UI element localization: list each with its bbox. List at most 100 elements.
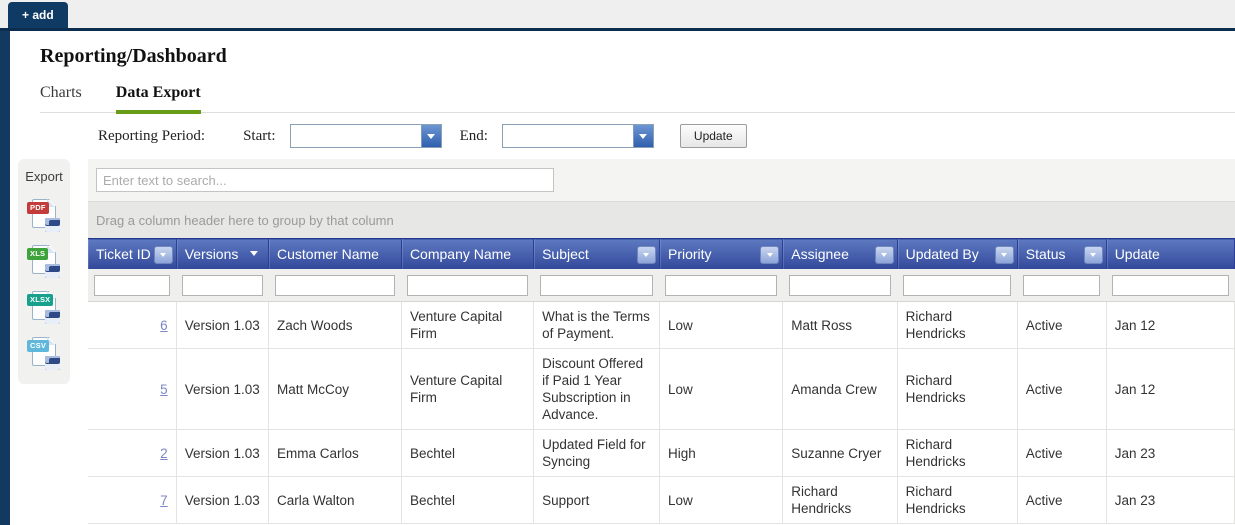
table-row: 6Version 1.03Zach WoodsVenture Capital F… [88,302,1235,349]
column-header-subject[interactable]: Subject [534,239,660,270]
cell-subject: What is the Terms of Payment. [534,302,660,349]
cell-ticket_id: 7 [88,477,176,524]
filter-input-subject[interactable] [540,275,654,296]
filter-cell-version [176,269,268,302]
cell-priority: High [659,430,782,477]
start-date-select[interactable] [290,124,442,148]
filter-icon[interactable] [637,246,656,264]
filter-input-customer[interactable] [275,275,396,296]
dropdown-arrow-icon[interactable] [250,251,258,256]
cell-updated: Jan 23 [1106,430,1234,477]
cell-updated: Jan 23 [1106,477,1234,524]
end-date-value [503,125,633,147]
grid-search-row [88,159,1235,201]
chevron-down-icon[interactable] [421,125,441,147]
filter-icon[interactable] [1084,246,1103,264]
cell-company: Venture Capital Firm [401,349,533,430]
column-header-version[interactable]: Versions [176,239,268,270]
save-floppy-icon [45,264,60,278]
filter-cell-ticket_id [88,269,176,302]
export-label: Export [25,169,63,184]
ticket-id-link[interactable]: 7 [160,493,168,508]
column-header-label: Company Name [410,246,511,262]
cell-customer: Matt McCoy [269,349,402,430]
group-by-drop-zone[interactable]: Drag a column header here to group by th… [88,201,1235,238]
cell-updated_by: Richard Hendricks [897,349,1017,430]
cell-updated_by: Richard Hendricks [897,430,1017,477]
column-header-updated[interactable]: Update [1106,239,1234,270]
cell-company: Bechtel [401,477,533,524]
cell-customer: Zach Woods [269,302,402,349]
chevron-down-icon[interactable] [633,125,653,147]
filter-cell-priority [659,269,782,302]
update-button[interactable]: Update [680,124,747,148]
export-xlsx-button[interactable]: XLSX [27,290,61,324]
tickets-table: Ticket ID Versions Customer Name Company Na… [88,238,1235,524]
export-csv-button[interactable]: CSV [27,336,61,370]
cell-status: Active [1017,477,1106,524]
column-header-label: Status [1026,246,1066,262]
column-header-company[interactable]: Company Name [401,239,533,270]
filter-input-priority[interactable] [665,275,776,296]
filter-input-updated[interactable] [1112,275,1228,296]
chevron-down-icon [427,134,435,139]
reporting-period-row: Reporting Period: Start: End: Update [98,123,1235,149]
chevron-down-icon [1090,253,1096,257]
page-header: Reporting/Dashboard Charts Data Export [10,31,1235,113]
page: Reporting/Dashboard Charts Data Export R… [0,31,1235,525]
cell-priority: Low [659,302,782,349]
filter-input-status[interactable] [1023,275,1100,296]
cell-updated_by: Richard Hendricks [897,302,1017,349]
filter-icon[interactable] [995,246,1014,264]
column-header-label: Update [1115,246,1160,262]
chevron-down-icon [1001,253,1007,257]
format-badge: CSV [27,340,49,352]
column-header-label: Versions [185,246,239,262]
ticket-id-link[interactable]: 6 [160,318,168,333]
export-pdf-button[interactable]: PDF [27,198,61,232]
column-header-priority[interactable]: Priority [659,239,782,270]
filter-row [88,269,1235,302]
export-xls-button[interactable]: XLS [27,244,61,278]
filter-icon[interactable] [875,246,894,264]
end-date-select[interactable] [502,124,654,148]
filter-input-company[interactable] [407,275,527,296]
filter-input-version[interactable] [182,275,262,296]
chevron-down-icon [767,253,773,257]
filter-cell-updated_by [897,269,1017,302]
cell-assignee: Richard Hendricks [783,477,897,524]
cell-assignee: Matt Ross [783,302,897,349]
filter-icon[interactable] [760,246,779,264]
header-row: Ticket ID Versions Customer Name Company Na… [88,239,1235,270]
ticket-id-link[interactable]: 5 [160,382,168,397]
filter-cell-status [1017,269,1106,302]
table-row: 5Version 1.03Matt McCoyVenture Capital F… [88,349,1235,430]
main-area: Export PDF XLS XLSX CSV Drag a column heade… [10,159,1235,524]
tab-strip: Charts Data Export [40,84,1235,113]
save-floppy-icon [45,310,60,324]
cell-status: Active [1017,430,1106,477]
filter-input-updated_by[interactable] [903,275,1011,296]
column-header-status[interactable]: Status [1017,239,1106,270]
cell-ticket_id: 6 [88,302,176,349]
filter-cell-company [401,269,533,302]
filter-input-assignee[interactable] [789,275,891,296]
tab-data-export[interactable]: Data Export [116,84,201,114]
tab-charts[interactable]: Charts [40,84,82,112]
cell-priority: Low [659,349,782,430]
filter-cell-subject [534,269,660,302]
column-header-label: Ticket ID [96,246,151,262]
add-button[interactable]: + add [8,2,68,28]
column-header-customer[interactable]: Customer Name [269,239,402,270]
filter-icon[interactable] [154,246,173,264]
filter-input-ticket_id[interactable] [94,275,170,296]
page-title: Reporting/Dashboard [40,45,1235,68]
column-header-assignee[interactable]: Assignee [783,239,897,270]
ticket-id-link[interactable]: 2 [160,446,168,461]
cell-assignee: Suzanne Cryer [783,430,897,477]
column-header-ticket_id[interactable]: Ticket ID [88,239,176,270]
cell-updated: Jan 12 [1106,349,1234,430]
search-input[interactable] [96,168,554,192]
column-header-updated_by[interactable]: Updated By [897,239,1017,270]
cell-company: Bechtel [401,430,533,477]
